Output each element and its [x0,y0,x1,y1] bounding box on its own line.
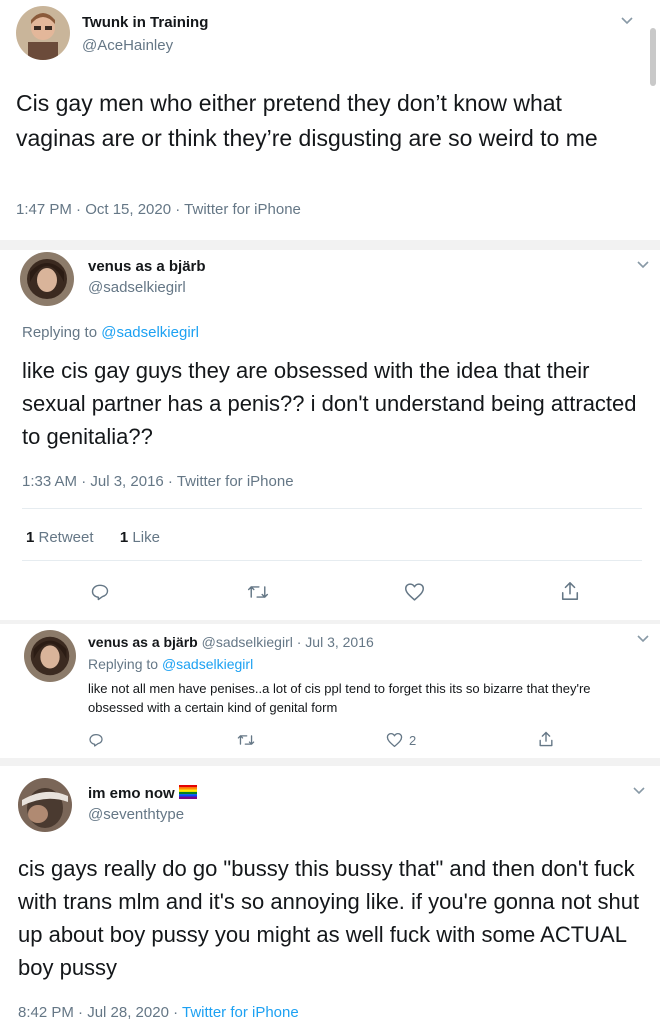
like-count: 2 [409,732,417,748]
retweet-icon [247,586,269,598]
like-button[interactable] [404,582,425,602]
tweet-card-1[interactable]: Twunk in Training @AceHainley Cis gay me… [0,0,660,240]
separator [0,758,660,766]
tweet-meta: 1:33 AM · Jul 3, 2016 · Twitter for iPho… [22,473,294,490]
tweet-source[interactable]: Twitter for iPhone [184,201,301,218]
reply-button[interactable] [88,732,104,748]
tweet-card-3[interactable]: venus as a bjärb @sadselkiegirl · Jul 3,… [0,624,660,758]
avatar[interactable] [24,630,76,682]
avatar-image [24,630,76,682]
mention-link[interactable]: @sadselkiegirl [162,656,253,672]
tweet-text: cis gays really do go "bussy this bussy … [18,856,640,980]
heart-icon [405,583,424,601]
share-icon [539,731,553,747]
avatar[interactable] [16,6,70,60]
avatar[interactable] [20,252,74,306]
chevron-down-icon[interactable] [636,260,650,270]
separator [0,240,660,250]
rainbow-flag-icon [178,785,197,799]
avatar-image [16,6,70,60]
share-button[interactable] [560,580,580,602]
retweet-button[interactable] [247,582,269,602]
reply-icon [91,584,109,601]
retweet-button[interactable] [237,732,255,748]
tweet-text: like not all men have penises..a lot of … [88,681,591,715]
tweet-text: like cis gay guys they are obsessed with… [22,358,637,449]
replying-to: Replying to @sadselkiegirl [22,324,199,341]
share-icon [561,582,579,600]
timestamp[interactable]: 1:33 AM · Jul 3, 2016 · [22,473,177,490]
retweet-count[interactable]: 1 Retweet [26,529,94,546]
scrollbar[interactable] [650,28,656,86]
avatar[interactable] [18,778,72,832]
tweet-source[interactable]: Twitter for iPhone [177,473,294,490]
avatar-image [18,778,72,832]
mention-link[interactable]: @sadselkiegirl [101,324,199,341]
tweet-text: Cis gay men who either pretend they don’… [16,90,598,151]
tweet-card-4[interactable]: im emo now @seventhtype cis gays really … [0,766,660,1024]
chevron-down-icon[interactable] [636,634,650,644]
retweet-icon [237,735,255,745]
reply-button[interactable] [90,582,110,602]
share-button[interactable] [538,730,554,748]
heart-icon [386,732,403,748]
divider [22,560,642,561]
like-count[interactable]: 1 Like [120,529,160,546]
divider [22,508,642,509]
display-name: venus as a bjärb @sadselkiegirl · Jul 3,… [88,634,374,650]
chevron-down-icon[interactable] [620,16,634,26]
user-handle[interactable]: @seventhtype [88,806,184,823]
tweet-meta: 8:42 PM · Jul 28, 2020 · Twitter for iPh… [18,1004,299,1021]
tweet-stats: 1 Retweet 1 Like [26,529,160,546]
tweet-meta: 1:47 PM · Oct 15, 2020 · Twitter for iPh… [16,201,301,218]
replying-to: Replying to @sadselkiegirl [88,656,254,672]
like-button[interactable]: 2 [386,732,416,748]
user-handle[interactable]: @AceHainley [82,37,173,54]
timestamp[interactable]: 1:47 PM · Oct 15, 2020 · [16,201,184,218]
display-name[interactable]: Twunk in Training [82,14,208,31]
avatar-image [20,252,74,306]
reply-icon [89,734,103,747]
chevron-down-icon[interactable] [632,786,646,796]
display-name[interactable]: venus as a bjärb [88,258,206,275]
tweet-source[interactable]: Twitter for iPhone [182,1004,299,1021]
tweet-card-2[interactable]: venus as a bjärb @sadselkiegirl Replying… [0,250,660,620]
display-name: im emo now [88,785,197,802]
user-handle[interactable]: @sadselkiegirl [88,279,186,296]
timestamp[interactable]: 8:42 PM · Jul 28, 2020 · [18,1004,182,1021]
handle-and-date[interactable]: @sadselkiegirl · Jul 3, 2016 [198,634,374,650]
